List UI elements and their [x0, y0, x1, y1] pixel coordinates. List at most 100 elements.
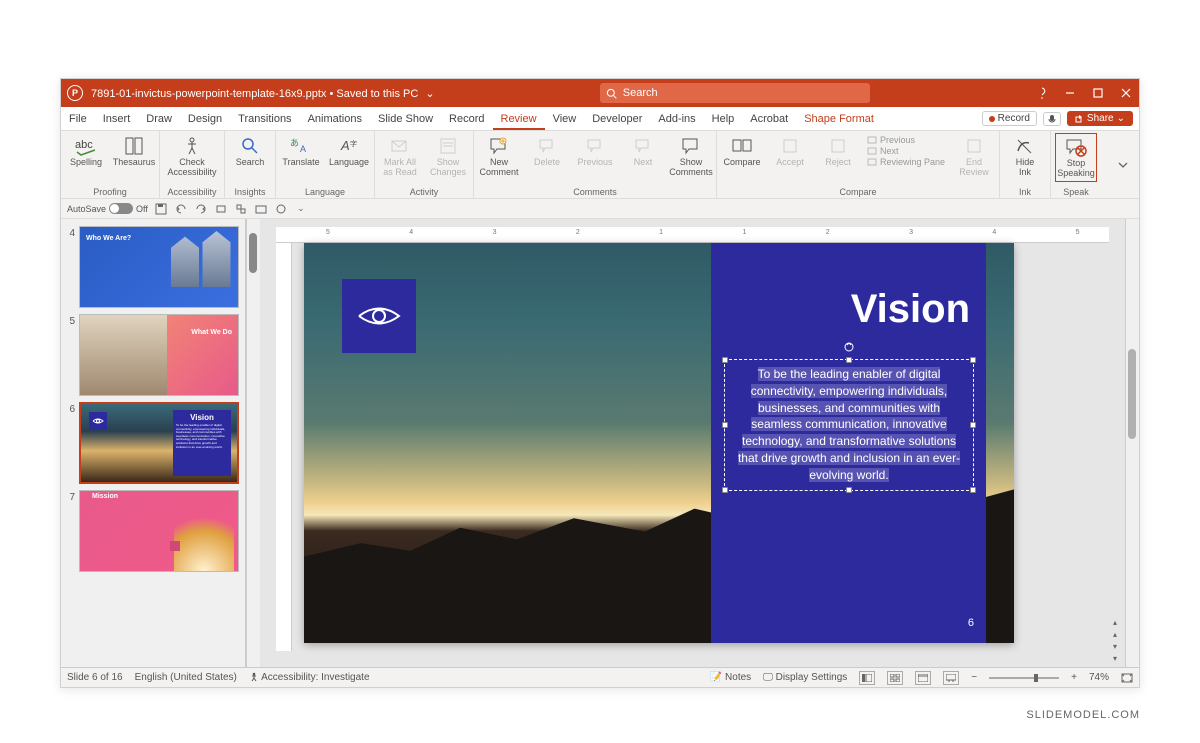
tab-shape-format[interactable]: Shape Format [796, 107, 882, 130]
document-title[interactable]: 7891-01-invictus-powerpoint-template-16x… [91, 87, 435, 100]
show-changes-button: Show Changes [427, 133, 469, 178]
tab-transitions[interactable]: Transitions [230, 107, 299, 130]
zoom-in-button[interactable]: + [1071, 672, 1077, 683]
tab-developer[interactable]: Developer [584, 107, 650, 130]
slide-thumbnail[interactable]: 5 What We Do [61, 311, 245, 399]
svg-text:あ: あ [290, 138, 299, 148]
zoom-out-button[interactable]: − [971, 672, 977, 683]
text-box-selected[interactable]: To be the leading enabler of digital con… [724, 359, 974, 491]
slide-thumbnail[interactable]: 7 Mission [61, 487, 245, 575]
quick-access-toolbar: AutoSaveOff ⌄ [61, 199, 1139, 219]
save-icon[interactable] [154, 202, 168, 216]
tab-help[interactable]: Help [704, 107, 743, 130]
fit-buttons: ▴ ▴ ▾ ▾ [1109, 617, 1121, 663]
mic-button[interactable] [1043, 112, 1061, 126]
tab-animations[interactable]: Animations [300, 107, 370, 130]
tab-draw[interactable]: Draw [138, 107, 180, 130]
record-button[interactable]: Record [982, 111, 1037, 126]
editor-scrollbar[interactable] [1125, 219, 1139, 667]
help-icon[interactable] [1035, 86, 1049, 100]
qat-icon[interactable] [274, 202, 288, 216]
qat-icon[interactable] [234, 202, 248, 216]
arrow-up-icon[interactable]: ▴ [1109, 617, 1121, 627]
autosave-toggle[interactable]: AutoSaveOff [67, 203, 148, 214]
search-icon [606, 88, 617, 99]
ribbon: abcSpelling Thesaurus Proofing Check Acc… [61, 131, 1139, 199]
reading-view-icon[interactable] [915, 671, 931, 685]
maximize-button[interactable] [1091, 86, 1105, 100]
slide-canvas[interactable]: Vision To be the leading enabler of digi… [304, 243, 1014, 643]
slide-counter[interactable]: Slide 6 of 16 [67, 672, 123, 683]
search-button[interactable]: Search [229, 133, 271, 168]
collapse-ribbon-icon[interactable] [1117, 159, 1129, 171]
slide-title[interactable]: Vision [851, 287, 970, 332]
tab-record[interactable]: Record [441, 107, 492, 130]
thesaurus-button[interactable]: Thesaurus [113, 133, 155, 168]
tab-design[interactable]: Design [180, 107, 230, 130]
tab-file[interactable]: File [61, 107, 95, 130]
slide-thumbnail-pane[interactable]: 4 Who We Are? 5 What We Do 6 VisionTo be… [61, 219, 246, 667]
slide-edit-pane: 5432112345 Vision [260, 219, 1125, 667]
tab-insert[interactable]: Insert [95, 107, 139, 130]
normal-view-icon[interactable] [859, 671, 875, 685]
svg-text:字: 字 [350, 139, 357, 148]
share-button[interactable]: Share ⌄ [1067, 111, 1133, 126]
new-comment-button[interactable]: New Comment [478, 133, 520, 178]
undo-icon[interactable] [174, 202, 188, 216]
chevron-down-icon[interactable]: ⌄ [425, 88, 434, 100]
zoom-level[interactable]: 74% [1089, 672, 1109, 683]
share-icon [1075, 114, 1084, 123]
slide-thumbnail[interactable]: 6 VisionTo be the leading enabler of dig… [61, 399, 245, 487]
redo-icon[interactable] [194, 202, 208, 216]
stop-speaking-button[interactable]: Stop Speaking [1055, 133, 1097, 182]
slide-page-number: 6 [968, 617, 974, 629]
svg-text:A: A [340, 138, 350, 153]
accept-button: Accept [769, 133, 811, 168]
fit-to-window-icon[interactable] [1121, 673, 1133, 683]
next-comment-button: Next [622, 133, 664, 168]
compare-next-button: Next [865, 146, 947, 156]
eye-icon [357, 301, 401, 331]
qat-icon[interactable] [254, 202, 268, 216]
tab-review[interactable]: Review [493, 107, 545, 130]
tab-addins[interactable]: Add-ins [650, 107, 703, 130]
tab-slideshow[interactable]: Slide Show [370, 107, 441, 130]
reject-button: Reject [817, 133, 859, 168]
display-settings-button[interactable]: 🖵 Display Settings [763, 672, 847, 683]
language-button[interactable]: A字Language [328, 133, 370, 168]
vision-body-text[interactable]: To be the leading enabler of digital con… [731, 366, 967, 484]
arrow-up-icon[interactable]: ▴ [1109, 629, 1121, 639]
hide-ink-button[interactable]: Hide Ink [1004, 133, 1046, 178]
end-review-button: End Review [953, 133, 995, 178]
arrow-down-icon[interactable]: ▾ [1109, 653, 1121, 663]
vision-icon-box[interactable] [342, 279, 416, 353]
workspace: 4 Who We Are? 5 What We Do 6 VisionTo be… [61, 219, 1139, 667]
sorter-view-icon[interactable] [887, 671, 903, 685]
qat-more-icon[interactable]: ⌄ [294, 202, 308, 216]
spelling-button[interactable]: abcSpelling [65, 133, 107, 168]
mic-icon [1047, 114, 1057, 124]
menu-bar: File Insert Draw Design Transitions Anim… [61, 107, 1139, 131]
delete-comment-button: Delete [526, 133, 568, 168]
accessibility-status[interactable]: Accessibility: Investigate [249, 672, 370, 683]
zoom-slider[interactable] [989, 677, 1059, 679]
arrow-down-icon[interactable]: ▾ [1109, 641, 1121, 651]
close-button[interactable] [1119, 86, 1133, 100]
compare-prev-button: Previous [865, 135, 947, 145]
notes-button[interactable]: 📝 Notes [710, 672, 751, 683]
prev-comment-button: Previous [574, 133, 616, 168]
slide-thumbnail[interactable]: 4 Who We Are? [61, 223, 245, 311]
check-accessibility-button[interactable]: Check Accessibility [164, 133, 220, 178]
minimize-button[interactable] [1063, 86, 1077, 100]
tab-view[interactable]: View [545, 107, 585, 130]
translate-button[interactable]: あATranslate [280, 133, 322, 168]
rotate-handle-icon[interactable] [844, 342, 854, 352]
search-input[interactable]: Search [600, 83, 870, 103]
tab-acrobat[interactable]: Acrobat [742, 107, 796, 130]
compare-button[interactable]: Compare [721, 133, 763, 168]
qat-icon[interactable] [214, 202, 228, 216]
language-status[interactable]: English (United States) [135, 672, 237, 683]
thumbnail-scrollbar[interactable] [246, 219, 260, 667]
slideshow-view-icon[interactable] [943, 671, 959, 685]
show-comments-button[interactable]: Show Comments [670, 133, 712, 178]
